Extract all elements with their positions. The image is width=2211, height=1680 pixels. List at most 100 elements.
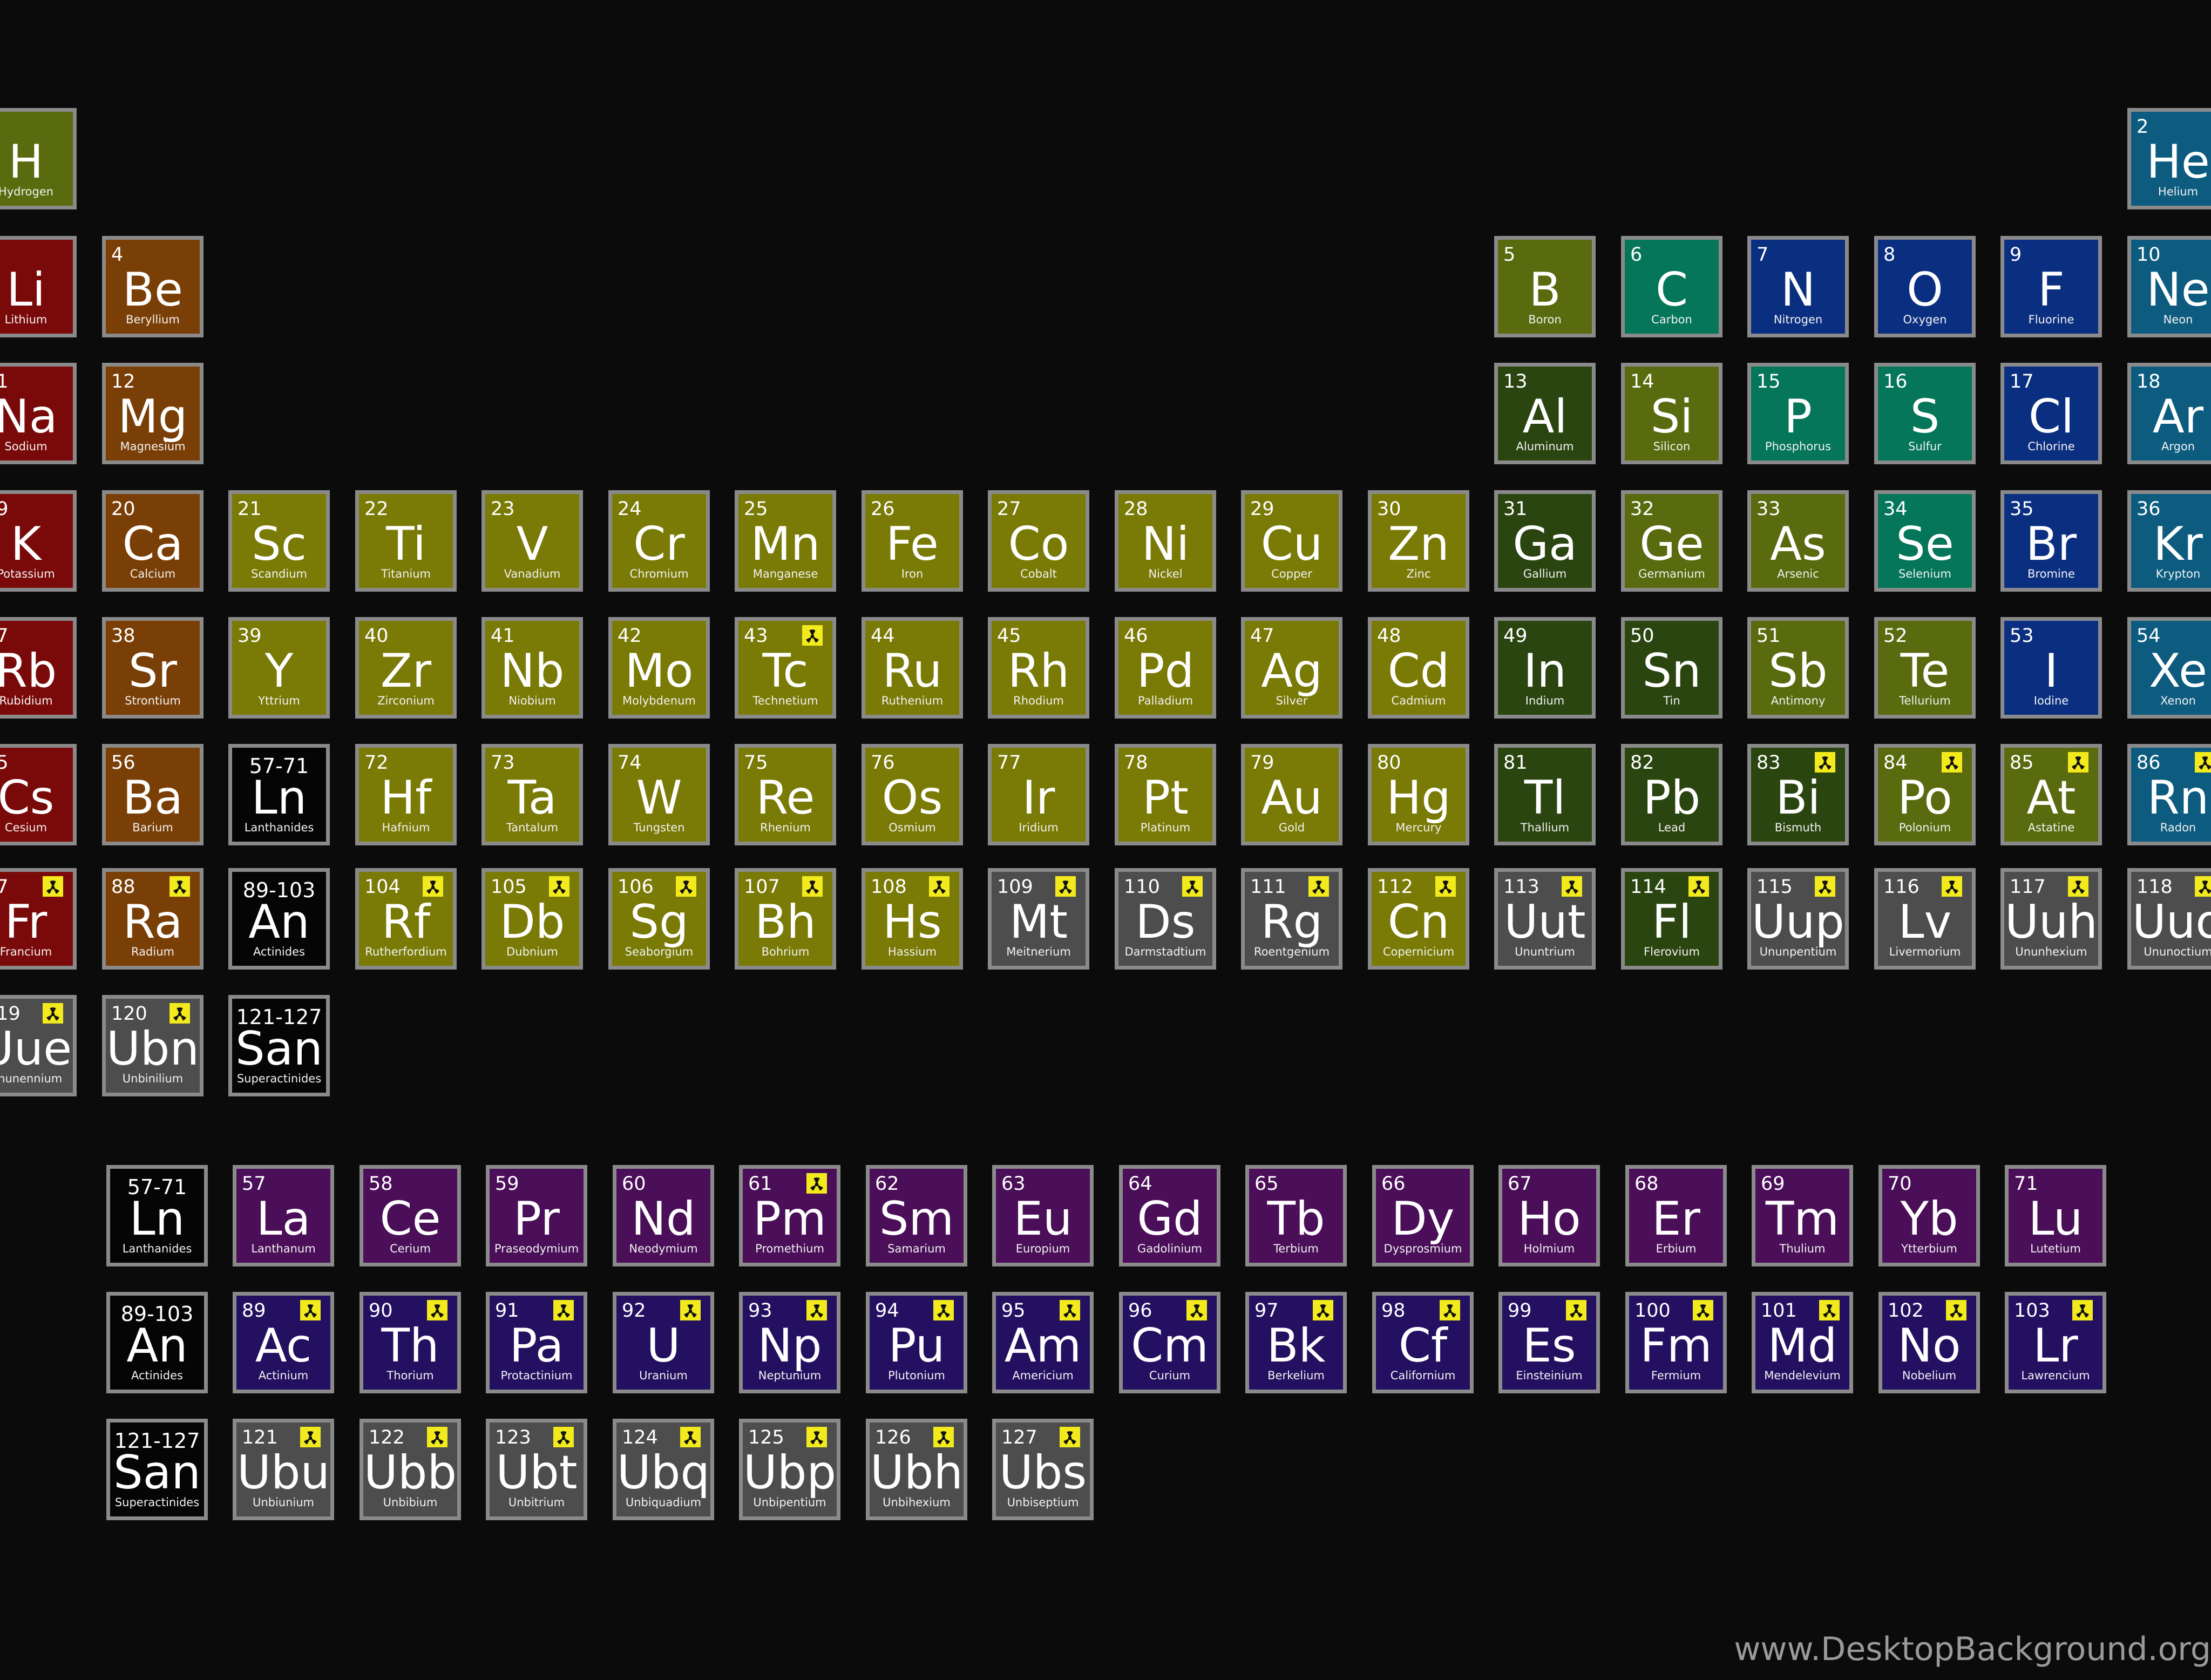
element-tile-hf[interactable]: 72 Hf Hafnium (355, 744, 457, 845)
element-tile-md[interactable]: 101 Md Mendelevium (1752, 1292, 1853, 1393)
element-tile-ru[interactable]: 44 Ru Ruthenium (862, 617, 963, 719)
element-tile-v[interactable]: 23 V Vanadium (481, 490, 583, 592)
element-tile-an[interactable]: 89-103 An Actinides (106, 1292, 208, 1393)
element-tile-uue[interactable]: 119UueUnunennium (0, 995, 77, 1096)
element-tile-cl[interactable]: 17 Cl Chlorine (2000, 363, 2102, 464)
element-tile-kr[interactable]: 36 Kr Krypton (2127, 490, 2211, 592)
element-tile-co[interactable]: 27 Co Cobalt (988, 490, 1089, 592)
element-tile-li[interactable]: 3LiLithium (0, 236, 77, 337)
element-tile-db[interactable]: 105 Db Dubnium (481, 868, 583, 970)
element-tile-pr[interactable]: 59 Pr Praseodymium (486, 1165, 587, 1266)
element-tile-tm[interactable]: 69 Tm Thulium (1752, 1165, 1853, 1266)
element-tile-ta[interactable]: 73 Ta Tantalum (481, 744, 583, 845)
element-tile-re[interactable]: 75 Re Rhenium (735, 744, 836, 845)
element-tile-cu[interactable]: 29 Cu Copper (1241, 490, 1342, 592)
element-tile-ir[interactable]: 77 Ir Iridium (988, 744, 1089, 845)
element-tile-uuo[interactable]: 118UuoUnunoctium (2127, 868, 2211, 970)
element-tile-cd[interactable]: 48 Cd Cadmium (1368, 617, 1469, 719)
element-tile-es[interactable]: 99 Es Einsteinium (1498, 1292, 1600, 1393)
element-tile-lr[interactable]: 103 Lr Lawrencium (2005, 1292, 2106, 1393)
element-tile-ubu[interactable]: 121 Ubu Unbiunium (233, 1419, 334, 1520)
element-tile-tb[interactable]: 65 Tb Terbium (1245, 1165, 1347, 1266)
element-tile-zr[interactable]: 40 Zr Zirconium (355, 617, 457, 719)
element-tile-ubp[interactable]: 125 Ubp Unbipentium (739, 1419, 840, 1520)
element-tile-ho[interactable]: 67 Ho Holmium (1498, 1165, 1600, 1266)
element-tile-rn[interactable]: 86 Rn Radon (2127, 744, 2211, 845)
element-tile-xe[interactable]: 54 Xe Xenon (2127, 617, 2211, 719)
element-tile-o[interactable]: 8 O Oxygen (1874, 236, 1976, 337)
element-tile-he[interactable]: 2 He Helium (2127, 108, 2211, 209)
element-tile-bi[interactable]: 83 Bi Bismuth (1747, 744, 1849, 845)
element-tile-lu[interactable]: 71 Lu Lutetium (2005, 1165, 2106, 1266)
element-tile-br[interactable]: 35 Br Bromine (2000, 490, 2102, 592)
element-tile-po[interactable]: 84 Po Polonium (1874, 744, 1976, 845)
element-tile-sn[interactable]: 50 Sn Tin (1621, 617, 1722, 719)
element-tile-lv[interactable]: 116 Lv Livermorium (1874, 868, 1976, 970)
element-tile-sc[interactable]: 21 Sc Scandium (228, 490, 330, 592)
element-tile-ac[interactable]: 89 Ac Actinium (233, 1292, 334, 1393)
element-tile-eu[interactable]: 63 Eu Europium (992, 1165, 1094, 1266)
element-tile-nd[interactable]: 60 Nd Neodymium (613, 1165, 714, 1266)
element-tile-ne[interactable]: 10 Ne Neon (2127, 236, 2211, 337)
element-tile-se[interactable]: 34 Se Selenium (1874, 490, 1976, 592)
element-tile-rg[interactable]: 111 Rg Roentgenium (1241, 868, 1342, 970)
element-tile-cr[interactable]: 24 Cr Chromium (608, 490, 710, 592)
element-tile-gd[interactable]: 64 Gd Gadolinium (1119, 1165, 1220, 1266)
element-tile-ni[interactable]: 28 Ni Nickel (1115, 490, 1216, 592)
element-tile-in[interactable]: 49 In Indium (1494, 617, 1596, 719)
element-tile-h[interactable]: 1HHydrogen (0, 108, 77, 209)
element-tile-san[interactable]: 121-127 San Superactinides (228, 995, 330, 1096)
element-tile-mg[interactable]: 12 Mg Magnesium (102, 363, 204, 464)
element-tile-ln[interactable]: 57-71 Ln Lanthanides (228, 744, 330, 845)
element-tile-fe[interactable]: 26 Fe Iron (862, 490, 963, 592)
element-tile-f[interactable]: 9 F Fluorine (2000, 236, 2102, 337)
element-tile-ge[interactable]: 32 Ge Germanium (1621, 490, 1722, 592)
element-tile-ag[interactable]: 47 Ag Silver (1241, 617, 1342, 719)
element-tile-ra[interactable]: 88 Ra Radium (102, 868, 204, 970)
element-tile-mn[interactable]: 25 Mn Manganese (735, 490, 836, 592)
element-tile-ubh[interactable]: 126 Ubh Unbihexium (866, 1419, 967, 1520)
element-tile-np[interactable]: 93 Np Neptunium (739, 1292, 840, 1393)
element-tile-i[interactable]: 53 I Iodine (2000, 617, 2102, 719)
element-tile-uup[interactable]: 115 Uup Ununpentium (1747, 868, 1849, 970)
element-tile-pm[interactable]: 61 Pm Promethium (739, 1165, 840, 1266)
element-tile-b[interactable]: 5 B Boron (1494, 236, 1596, 337)
element-tile-bk[interactable]: 97 Bk Berkelium (1245, 1292, 1347, 1393)
element-tile-ds[interactable]: 110 Ds Darmstadtium (1115, 868, 1216, 970)
element-tile-si[interactable]: 14 Si Silicon (1621, 363, 1722, 464)
element-tile-pt[interactable]: 78 Pt Platinum (1115, 744, 1216, 845)
element-tile-sm[interactable]: 62 Sm Samarium (866, 1165, 967, 1266)
element-tile-uut[interactable]: 113 Uut Ununtrium (1494, 868, 1596, 970)
element-tile-cf[interactable]: 98 Cf Californium (1372, 1292, 1474, 1393)
element-tile-bh[interactable]: 107 Bh Bohrium (735, 868, 836, 970)
element-tile-at[interactable]: 85 At Astatine (2000, 744, 2102, 845)
element-tile-be[interactable]: 4 Be Beryllium (102, 236, 204, 337)
element-tile-pd[interactable]: 46 Pd Palladium (1115, 617, 1216, 719)
element-tile-hs[interactable]: 108 Hs Hassium (862, 868, 963, 970)
element-tile-dy[interactable]: 66 Dy Dysprosmium (1372, 1165, 1474, 1266)
element-tile-au[interactable]: 79 Au Gold (1241, 744, 1342, 845)
element-tile-hg[interactable]: 80 Hg Mercury (1368, 744, 1469, 845)
element-tile-san[interactable]: 121-127 San Superactinides (106, 1419, 208, 1520)
element-tile-u[interactable]: 92 U Uranium (613, 1292, 714, 1393)
element-tile-tc[interactable]: 43 Tc Technetium (735, 617, 836, 719)
element-tile-fl[interactable]: 114 Fl Flerovium (1621, 868, 1722, 970)
element-tile-ubs[interactable]: 127 Ubs Unbiseptium (992, 1419, 1094, 1520)
element-tile-an[interactable]: 89-103 An Actinides (228, 868, 330, 970)
element-tile-ar[interactable]: 18 Ar Argon (2127, 363, 2211, 464)
element-tile-y[interactable]: 39 Y Yttrium (228, 617, 330, 719)
element-tile-te[interactable]: 52 Te Tellurium (1874, 617, 1976, 719)
element-tile-uuh[interactable]: 117 Uuh Ununhexium (2000, 868, 2102, 970)
element-tile-no[interactable]: 102 No Nobelium (1878, 1292, 1980, 1393)
element-tile-ti[interactable]: 22 Ti Titanium (355, 490, 457, 592)
element-tile-k[interactable]: 19KPotassium (0, 490, 77, 592)
element-tile-tl[interactable]: 81 Tl Thallium (1494, 744, 1596, 845)
element-tile-er[interactable]: 68 Er Erbium (1625, 1165, 1727, 1266)
element-tile-p[interactable]: 15 P Phosphorus (1747, 363, 1849, 464)
element-tile-la[interactable]: 57 La Lanthanum (233, 1165, 334, 1266)
element-tile-c[interactable]: 6 C Carbon (1621, 236, 1722, 337)
element-tile-ga[interactable]: 31 Ga Gallium (1494, 490, 1596, 592)
element-tile-ubb[interactable]: 122 Ubb Unbibium (360, 1419, 461, 1520)
element-tile-ubq[interactable]: 124 Ubq Unbiquadium (613, 1419, 714, 1520)
element-tile-w[interactable]: 74 W Tungsten (608, 744, 710, 845)
